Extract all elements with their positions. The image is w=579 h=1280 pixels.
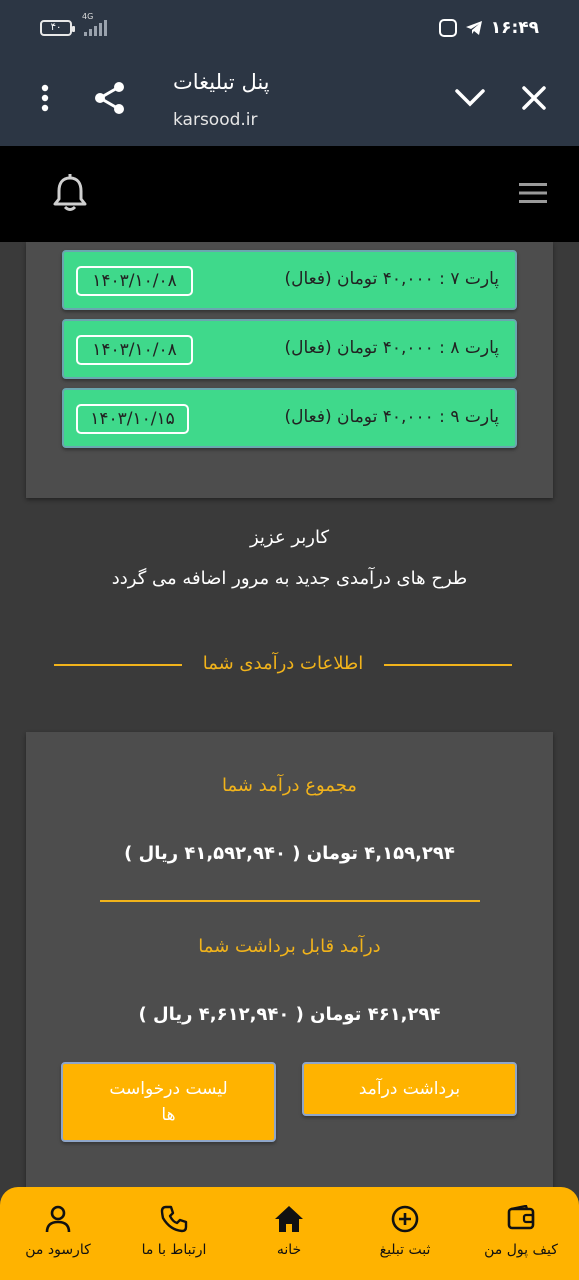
- plus-circle-icon: [347, 1205, 463, 1233]
- income-section-title: اطلاعات درآمدی شما: [202, 653, 364, 674]
- divider-line-right: [384, 664, 512, 666]
- bottom-nav: کیف پول من ثبت تبلیغ خانه ارتباط با ما ک…: [0, 1187, 579, 1280]
- bell-icon[interactable]: [52, 174, 88, 216]
- nav-contact[interactable]: ارتباط با ما: [116, 1187, 232, 1280]
- income-divider: [100, 900, 480, 902]
- notice-message: طرح های درآمدی جدید به مرور اضافه می گرد…: [111, 568, 468, 589]
- vpn-app-icon: [438, 19, 457, 37]
- status-left: ۴۰ 4G: [40, 12, 107, 36]
- clock: ۱۶:۴۹: [490, 18, 539, 38]
- withdrawable-label: درآمد قابل برداشت شما: [198, 936, 381, 957]
- part-item[interactable]: پارت ۷ : ۴۰,۰۰۰ تومان (فعال) ۱۴۰۳/۱۰/۰۸: [62, 250, 517, 310]
- part-item[interactable]: پارت ۸ : ۴۰,۰۰۰ تومان (فعال) ۱۴۰۳/۱۰/۰۸: [62, 319, 517, 379]
- network-type: 4G: [82, 12, 94, 21]
- request-list-label: لیست درخواست ها: [109, 1079, 228, 1125]
- part-label: پارت ۹ : ۴۰,۰۰۰ تومان (فعال): [284, 407, 500, 427]
- home-icon: [231, 1205, 347, 1233]
- page-title: پنل تبلیغات: [173, 70, 270, 94]
- wallet-icon: [463, 1205, 579, 1231]
- telegram-icon: [465, 21, 482, 35]
- parts-card: پارت ۷ : ۴۰,۰۰۰ تومان (فعال) ۱۴۰۳/۱۰/۰۸ …: [26, 242, 553, 498]
- total-income-label: مجموع درآمد شما: [222, 775, 357, 796]
- part-date: ۱۴۰۳/۱۰/۰۸: [76, 266, 193, 296]
- part-date: ۱۴۰۳/۱۰/۰۸: [76, 335, 193, 365]
- divider-line-left: [54, 664, 182, 666]
- total-income-value: ۴,۱۵۹,۲۹۴ تومان ( ۴۱,۵۹۲,۹۴۰ ریال ): [124, 843, 455, 864]
- battery-indicator: ۴۰: [40, 20, 75, 36]
- user-icon: [0, 1205, 116, 1233]
- nav-profile[interactable]: کارسود من: [0, 1187, 116, 1280]
- nav-label: ثبت تبلیغ: [379, 1242, 431, 1258]
- menu-icon[interactable]: [518, 182, 548, 208]
- nav-wallet[interactable]: کیف پول من: [463, 1187, 579, 1280]
- site-header: [0, 146, 579, 242]
- part-label: پارت ۷ : ۴۰,۰۰۰ تومان (فعال): [284, 269, 500, 289]
- notice-greeting: کاربر عزیز: [249, 527, 330, 548]
- status-bar: ۴۰ 4G ۱۶:۴۹: [0, 0, 579, 58]
- part-date: ۱۴۰۳/۱۰/۱۵: [76, 404, 189, 434]
- chevron-down-icon[interactable]: [452, 80, 488, 116]
- part-label: پارت ۸ : ۴۰,۰۰۰ تومان (فعال): [284, 338, 500, 358]
- status-right: ۱۶:۴۹: [438, 18, 539, 38]
- nav-home[interactable]: خانه: [231, 1187, 347, 1280]
- part-item[interactable]: پارت ۹ : ۴۰,۰۰۰ تومان (فعال) ۱۴۰۳/۱۰/۱۵: [62, 388, 517, 448]
- nav-label: ارتباط با ما: [141, 1242, 207, 1258]
- signal-icon: 4G: [82, 12, 107, 36]
- nav-label: کیف پول من: [484, 1242, 558, 1258]
- phone-icon: [116, 1205, 232, 1233]
- nav-add-ad[interactable]: ثبت تبلیغ: [347, 1187, 463, 1280]
- withdrawable-value: ۴۶۱,۲۹۴ تومان ( ۴,۶۱۲,۹۴۰ ریال ): [138, 1004, 441, 1025]
- browser-toolbar: پنل تبلیغات karsood.ir: [0, 58, 579, 146]
- share-icon[interactable]: [90, 78, 130, 118]
- withdraw-button[interactable]: برداشت درآمد: [302, 1062, 517, 1116]
- page-url: karsood.ir: [173, 110, 258, 130]
- close-icon[interactable]: [516, 80, 552, 116]
- more-vert-icon[interactable]: [30, 78, 60, 118]
- nav-label: کارسود من: [25, 1242, 91, 1258]
- request-list-button[interactable]: لیست درخواست ها: [61, 1062, 276, 1142]
- nav-label: خانه: [276, 1242, 302, 1258]
- income-card: مجموع درآمد شما ۴,۱۵۹,۲۹۴ تومان ( ۴۱,۵۹۲…: [26, 732, 553, 1192]
